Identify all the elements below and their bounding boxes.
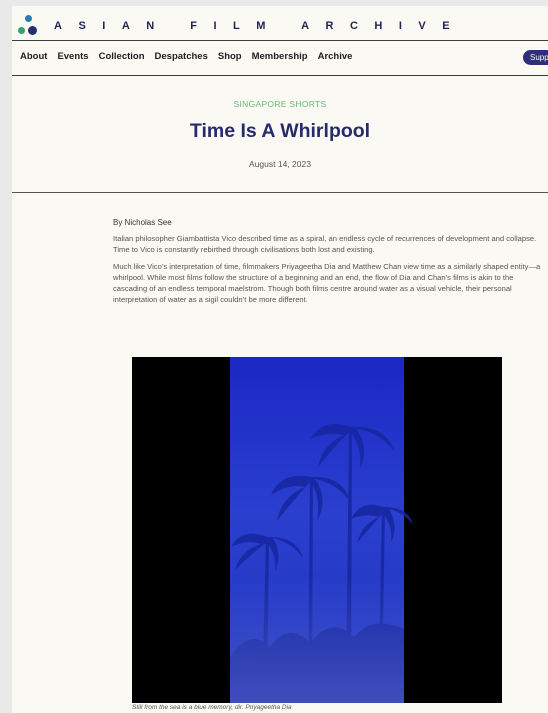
main-nav: About Events Collection Despatches Shop … [20,51,362,62]
article-paragraph: Italian philosopher Giambattista Vico de… [113,234,537,254]
nav-item-events[interactable]: Events [57,51,88,62]
nav-item-about[interactable]: About [20,51,47,62]
header-divider [12,40,548,41]
article-category[interactable]: SINGAPORE SHORTS [12,99,548,109]
article-divider [12,192,548,193]
article-title: Time Is A Whirlpool [189,120,371,142]
article-date: August 14, 2023 [249,159,311,169]
image-caption: Still from the sea is a blue memory, dir… [132,704,292,711]
film-still-graphic [132,357,502,703]
nav-item-despatches[interactable]: Despatches [155,51,208,62]
logo-icon [16,14,40,38]
support-button[interactable]: Supp [523,50,548,65]
nav-item-collection[interactable]: Collection [99,51,145,62]
brand-name: ASIAN FILM ARCHIVE [54,20,467,32]
nav-item-archive[interactable]: Archive [318,51,353,62]
nav-item-membership[interactable]: Membership [252,51,308,62]
film-still-image [132,357,502,703]
nav-divider [12,75,548,76]
nav-item-shop[interactable]: Shop [218,51,242,62]
brand[interactable]: ASIAN FILM ARCHIVE [16,11,466,41]
article-body: By Nicholas See Italian philosopher Giam… [113,218,545,311]
page: ASIAN FILM ARCHIVE About Events Collecti… [12,6,548,713]
article-byline: By Nicholas See [113,218,172,227]
article-paragraph: Much like Vico’s interpretation of time,… [113,262,541,304]
